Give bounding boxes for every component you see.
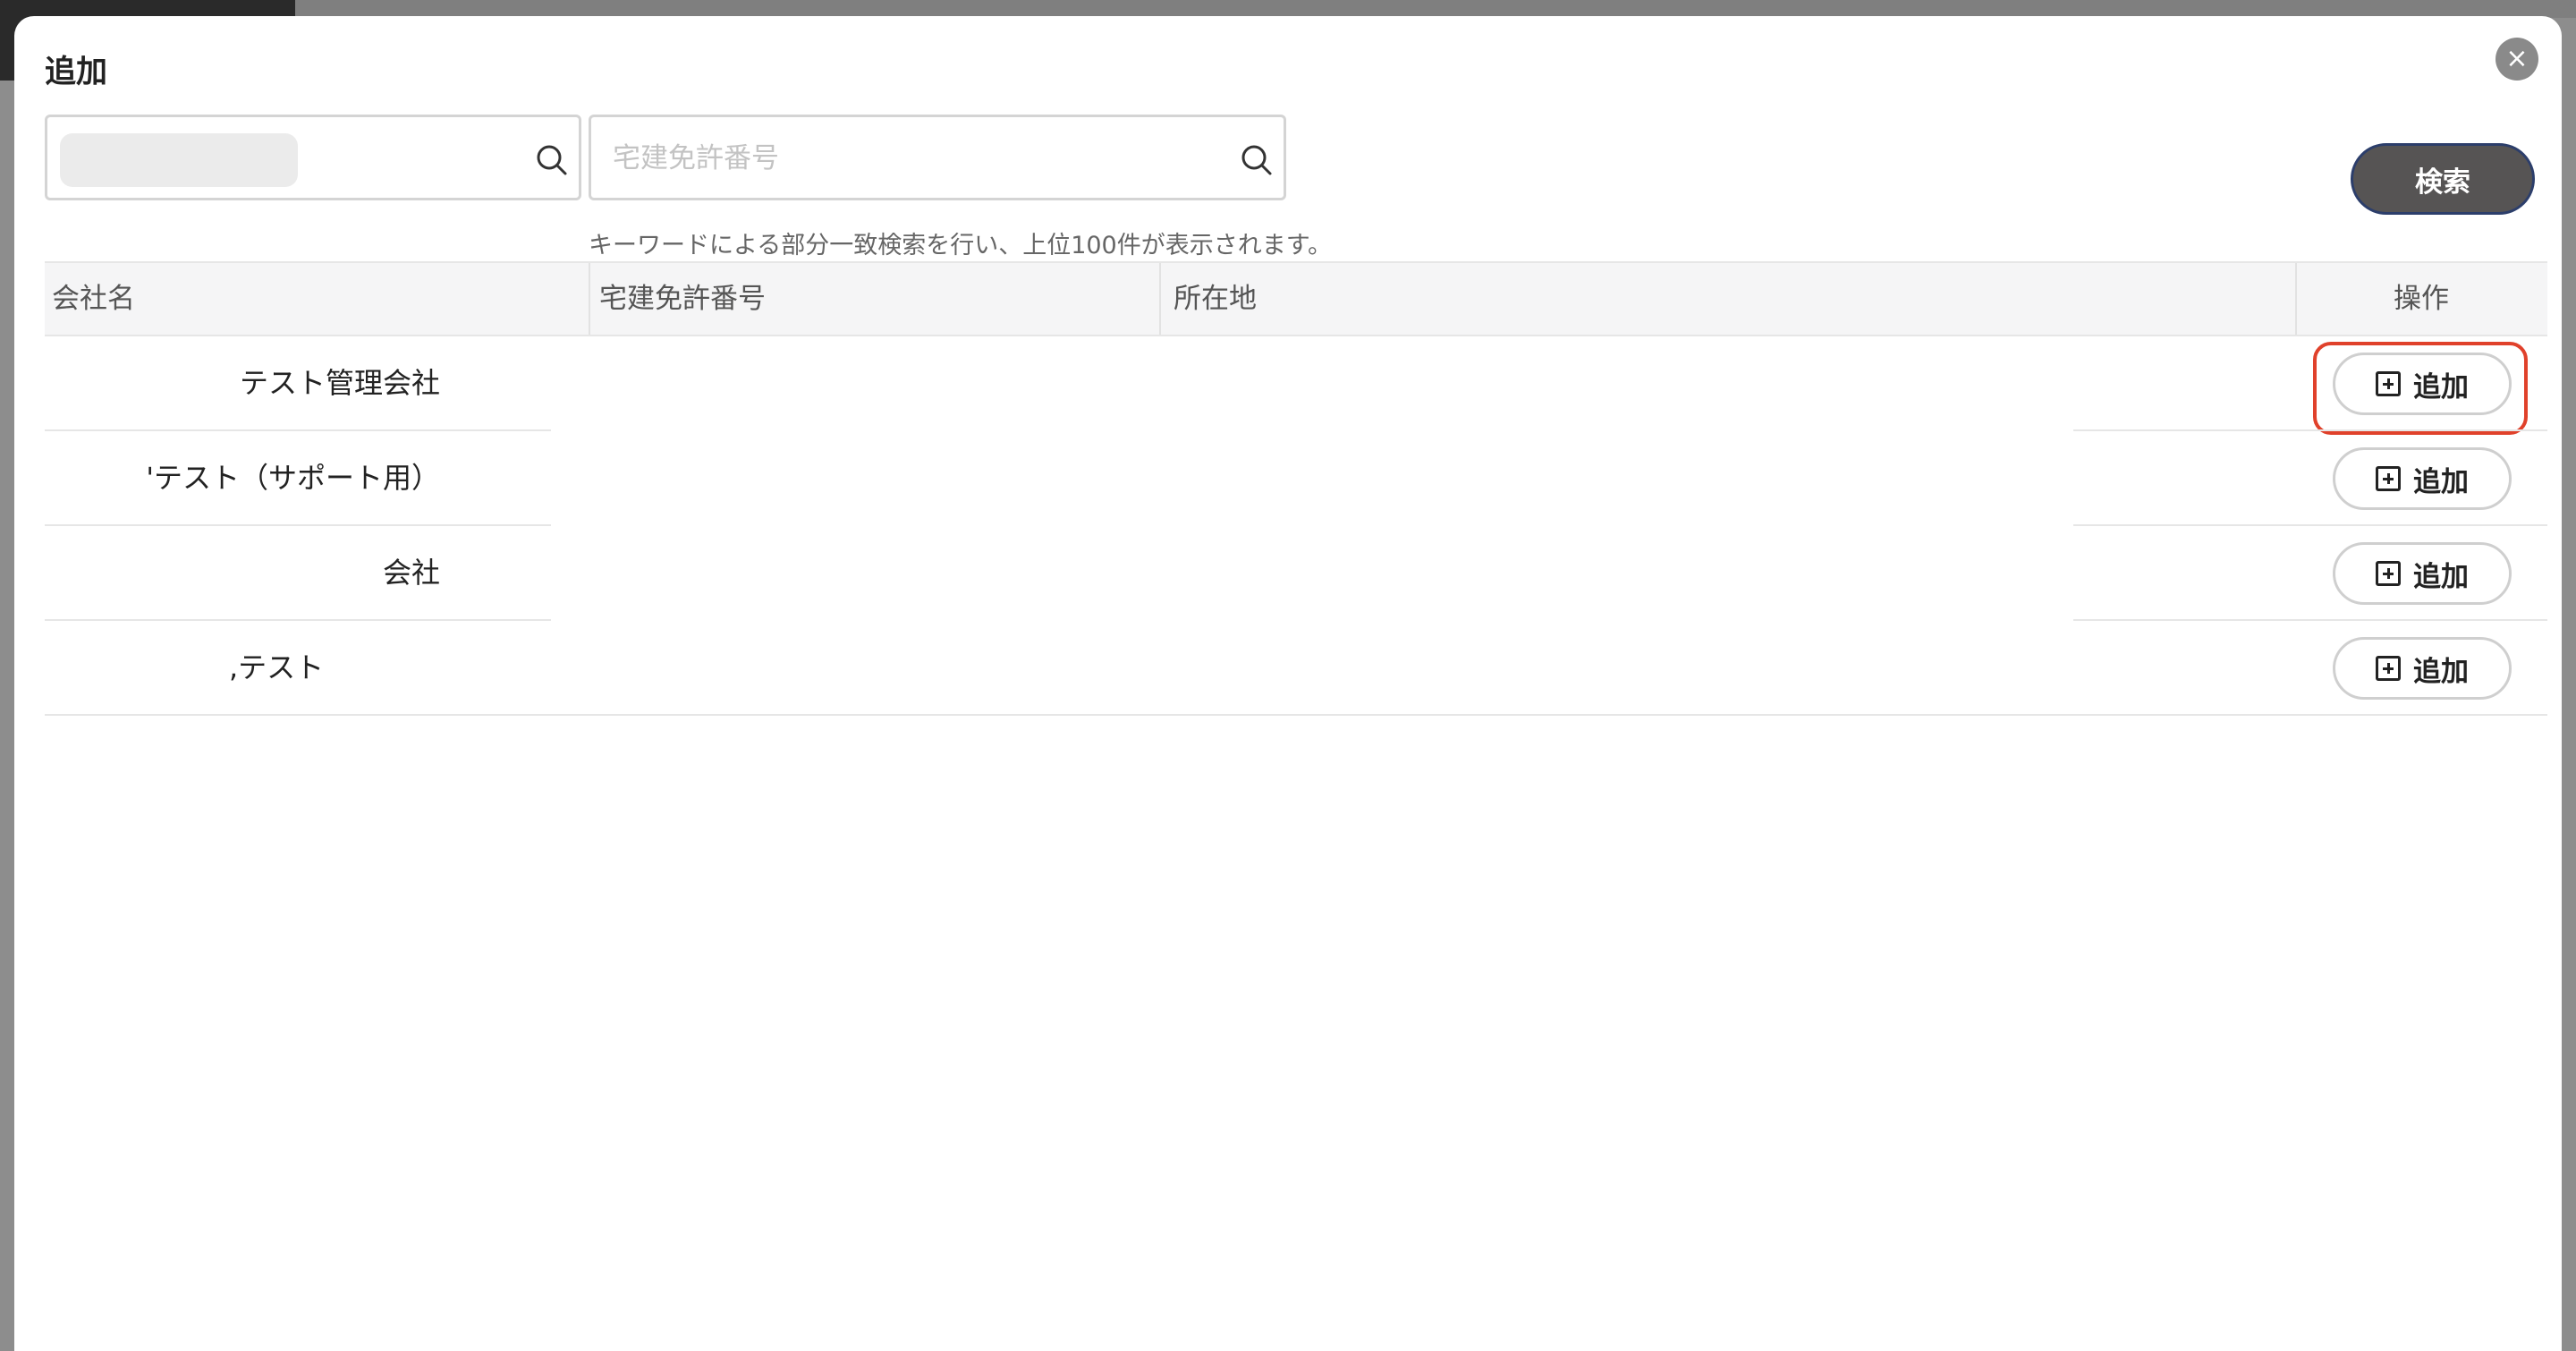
- add-company-modal: 追加 × キーワードによる部分一致検索を行い、上位100件が表示されます。 検索…: [14, 16, 2562, 1351]
- company-name-cell: ,テスト: [229, 650, 325, 684]
- plus-square-icon: [2376, 656, 2401, 681]
- table-header: 会社名 宅建免許番号 所在地 操作: [45, 261, 2547, 336]
- table-row: ,テスト 追加: [45, 621, 2547, 716]
- column-header-license: 宅建免許番号: [599, 283, 766, 315]
- table-row: テスト管理会社 追加: [45, 336, 2547, 435]
- column-header-company: 会社名: [52, 283, 135, 315]
- close-button[interactable]: ×: [2496, 38, 2538, 81]
- column-divider: [589, 263, 590, 335]
- column-header-actions: 操作: [2394, 283, 2449, 315]
- plus-square-icon: [2376, 561, 2401, 586]
- modal-title: 追加: [45, 55, 108, 90]
- search-icon[interactable]: [534, 142, 570, 178]
- plus-square-icon: [2376, 371, 2401, 396]
- license-search-input[interactable]: [613, 130, 1185, 187]
- add-company-button[interactable]: 追加: [2333, 637, 2512, 700]
- company-name-cell: テスト管理会社: [239, 366, 440, 400]
- company-search-field[interactable]: [45, 115, 641, 200]
- license-search-field[interactable]: [589, 115, 1286, 200]
- company-results-table: 会社名 宅建免許番号 所在地 操作 テスト管理会社 追加 'テスト（サポート用）…: [45, 261, 2547, 716]
- add-company-button[interactable]: 追加: [2333, 542, 2512, 605]
- search-helper-text: キーワードによる部分一致検索を行い、上位100件が表示されます。: [589, 232, 1333, 259]
- add-button-label: 追加: [2413, 465, 2469, 498]
- search-button[interactable]: 検索: [2351, 143, 2535, 215]
- add-button-label: 追加: [2413, 560, 2469, 593]
- add-company-button[interactable]: 追加: [2333, 447, 2512, 510]
- table-row: 'テスト（サポート用） 追加: [45, 431, 2547, 526]
- column-divider: [1159, 263, 1161, 335]
- table-row: 会社 追加: [45, 526, 2547, 621]
- add-company-button[interactable]: 追加: [2333, 353, 2512, 415]
- close-icon: ×: [2505, 43, 2529, 74]
- company-name-cell: 会社: [382, 556, 440, 590]
- background-app-bar: [0, 0, 2576, 18]
- plus-square-icon: [2376, 466, 2401, 491]
- add-button-label: 追加: [2413, 370, 2469, 404]
- search-icon[interactable]: [1239, 142, 1275, 178]
- column-header-address: 所在地: [1174, 283, 1257, 315]
- company-name-cell: 'テスト（サポート用）: [146, 461, 440, 495]
- row-divider: [45, 714, 2547, 716]
- add-button-label: 追加: [2413, 655, 2469, 688]
